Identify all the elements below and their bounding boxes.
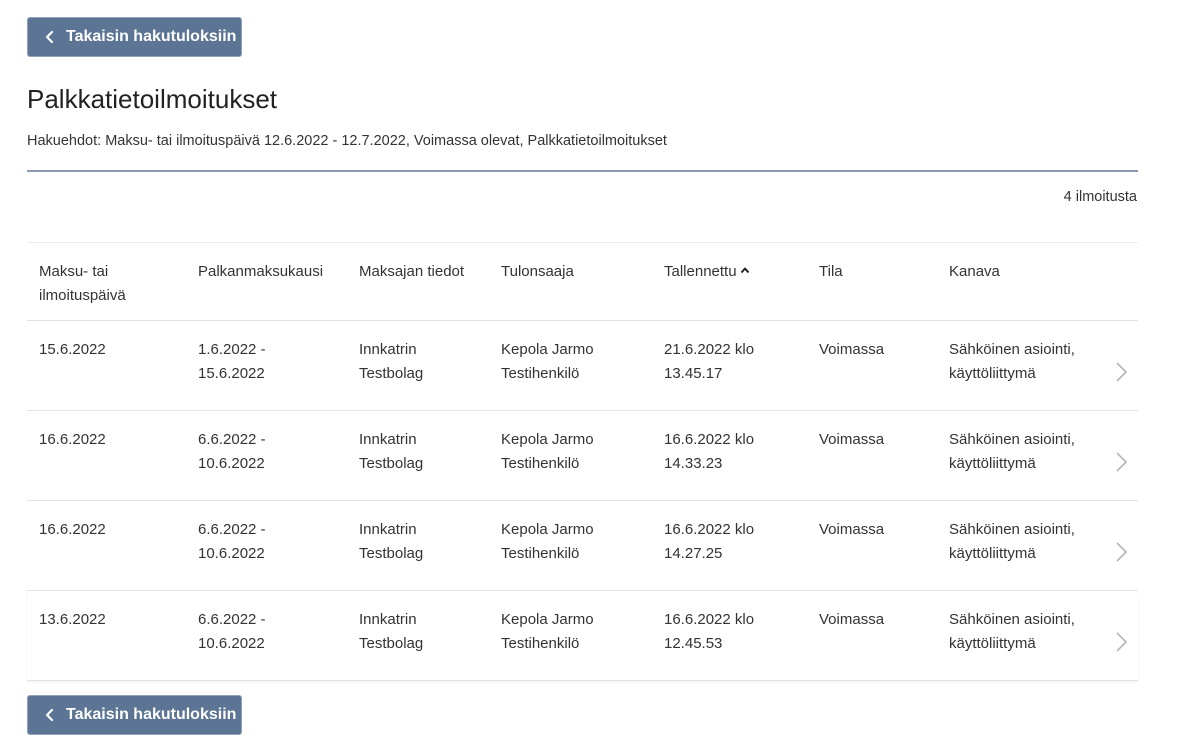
cell-pay-period: 6.6.2022 - 10.6.2022 [198, 431, 266, 472]
search-criteria: Hakuehdot: Maksu- tai ilmoituspäivä 12.6… [27, 133, 667, 149]
cell-payer: Innkatrin Testbolag [359, 521, 424, 562]
chevron-right-icon[interactable] [1114, 361, 1128, 383]
cell-channel: Sähköinen asiointi, käyttöliittymä [949, 341, 1075, 382]
result-count: 4 ilmoitusta [1063, 189, 1137, 205]
cell-pay-period: 6.6.2022 - 10.6.2022 [198, 521, 266, 562]
cell-status: Voimassa [819, 611, 885, 628]
back-button-label: Takaisin hakutuloksiin [66, 28, 237, 45]
cell-channel: Sähköinen asiointi, käyttöliittymä [949, 431, 1075, 472]
cell-pay-period: 6.6.2022 - 10.6.2022 [198, 611, 266, 652]
header-divider [27, 170, 1138, 172]
cell-payer: Innkatrin Testbolag [359, 611, 424, 652]
header-recipient[interactable]: Tulonsaaja [501, 260, 651, 284]
cell-payment-date: 13.6.2022 [39, 611, 106, 628]
header-saved[interactable]: Tallennettu [664, 260, 804, 284]
cell-saved: 21.6.2022 klo 13.45.17 [664, 341, 755, 382]
cell-payment-date: 16.6.2022 [39, 431, 106, 448]
table-row[interactable]: 13.6.2022 6.6.2022 - 10.6.2022 Innkatrin… [27, 591, 1138, 681]
cell-recipient: Kepola Jarmo Testihenkilö [501, 611, 594, 652]
back-to-results-button-bottom[interactable]: Takaisin hakutuloksiin [27, 695, 242, 735]
chevron-right-icon[interactable] [1114, 541, 1128, 563]
cell-recipient: Kepola Jarmo Testihenkilö [501, 341, 594, 382]
cell-payer: Innkatrin Testbolag [359, 431, 424, 472]
back-button-label: Takaisin hakutuloksiin [66, 706, 237, 723]
cell-payer: Innkatrin Testbolag [359, 341, 424, 382]
chevron-right-icon[interactable] [1114, 631, 1128, 653]
chevron-right-icon[interactable] [1114, 451, 1128, 473]
table-row[interactable]: 16.6.2022 6.6.2022 - 10.6.2022 Innkatrin… [27, 501, 1138, 591]
header-payment-date[interactable]: Maksu- tai ilmoituspäivä [39, 260, 189, 308]
cell-channel: Sähköinen asiointi, käyttöliittymä [949, 611, 1075, 652]
cell-status: Voimassa [819, 521, 885, 538]
cell-status: Voimassa [819, 341, 885, 358]
cell-recipient: Kepola Jarmo Testihenkilö [501, 431, 594, 472]
chevron-left-icon [45, 30, 54, 44]
cell-status: Voimassa [819, 431, 885, 448]
cell-payment-date: 15.6.2022 [39, 341, 106, 358]
table-row[interactable]: 16.6.2022 6.6.2022 - 10.6.2022 Innkatrin… [27, 411, 1138, 501]
cell-saved: 16.6.2022 klo 12.45.53 [664, 611, 755, 652]
cell-channel: Sähköinen asiointi, käyttöliittymä [949, 521, 1075, 562]
page: Takaisin hakutuloksiin Palkkatietoilmoit… [0, 0, 1179, 741]
results-table: Maksu- tai ilmoituspäivä Palkanmaksukaus… [27, 242, 1138, 681]
table-header-row: Maksu- tai ilmoituspäivä Palkanmaksukaus… [27, 243, 1138, 321]
cell-saved: 16.6.2022 klo 14.27.25 [664, 521, 755, 562]
header-channel[interactable]: Kanava [949, 260, 1119, 284]
chevron-left-icon [45, 708, 54, 722]
cell-saved: 16.6.2022 klo 14.33.23 [664, 431, 755, 472]
cell-payment-date: 16.6.2022 [39, 521, 106, 538]
header-payer[interactable]: Maksajan tiedot [359, 260, 489, 284]
sort-ascending-icon [740, 267, 749, 274]
header-status[interactable]: Tila [819, 260, 939, 284]
back-to-results-button-top[interactable]: Takaisin hakutuloksiin [27, 17, 242, 57]
header-pay-period[interactable]: Palkanmaksukausi [198, 260, 348, 284]
page-title: Palkkatietoilmoitukset [27, 84, 277, 114]
cell-pay-period: 1.6.2022 - 15.6.2022 [198, 341, 266, 382]
header-saved-label: Tallennettu [664, 263, 737, 280]
table-row[interactable]: 15.6.2022 1.6.2022 - 15.6.2022 Innkatrin… [27, 321, 1138, 411]
cell-recipient: Kepola Jarmo Testihenkilö [501, 521, 594, 562]
